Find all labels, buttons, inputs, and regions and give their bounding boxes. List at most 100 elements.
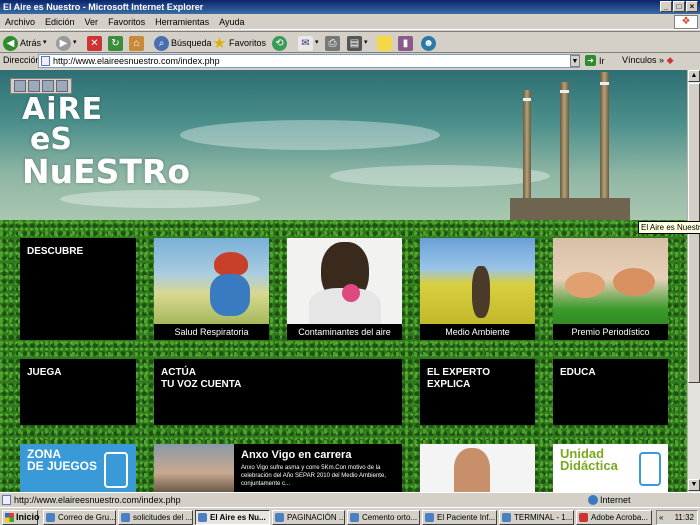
educate-card[interactable]: EDUCA xyxy=(553,359,668,425)
respiratory-health-card[interactable]: Salud Respiratoria xyxy=(154,238,269,340)
save-icon[interactable] xyxy=(14,80,26,92)
menu-ayuda[interactable]: Ayuda xyxy=(214,14,249,30)
discover-card[interactable]: DESCUBRE xyxy=(20,238,136,340)
flower xyxy=(342,284,360,302)
tooltip: El Aire es Nuestro xyxy=(638,221,700,234)
menu-archivo[interactable]: Archivo xyxy=(0,14,40,30)
status-zone: Internet xyxy=(586,493,631,507)
back-button[interactable]: ◀ Atrás ▾ xyxy=(3,35,47,51)
edit-button[interactable]: ▤ ▾ xyxy=(347,35,368,51)
favorites-button[interactable]: ★ Favoritos xyxy=(212,35,266,51)
vertical-scrollbar[interactable]: ▲ ▼ xyxy=(687,70,700,492)
address-input[interactable]: http://www.elaireesnuestro.com/index.php xyxy=(38,54,580,68)
helmet xyxy=(214,252,248,276)
forward-button[interactable]: ▶ ▾ xyxy=(56,35,77,51)
history-icon: ⟲ xyxy=(272,35,287,51)
page-icon xyxy=(41,56,50,66)
child-figure xyxy=(210,274,250,316)
news-title: Anxo Vigo en carrera xyxy=(241,449,352,461)
scroll-up-button[interactable]: ▲ xyxy=(688,70,700,82)
scroll-down-button[interactable]: ▼ xyxy=(688,479,700,491)
task-terminal[interactable]: TERMINAL - 1... xyxy=(499,510,574,525)
window-title: El Aire es Nuestro - Microsoft Internet … xyxy=(3,2,204,12)
globe-icon xyxy=(588,495,598,505)
close-button[interactable]: × xyxy=(686,1,698,12)
tray-chevron-icon[interactable]: « xyxy=(657,511,663,524)
go-arrow-icon: ➜ xyxy=(585,55,596,66)
teaching-unit-card[interactable]: Unidad Didáctica xyxy=(553,444,668,492)
toolbar: ◀ Atrás ▾ ▶ ▾ ✕ ↻ ⌂ ⌕ Búsqueda ★ Favoritos ⟲ … xyxy=(0,31,700,53)
go-button[interactable]: ➜ Ir xyxy=(585,55,605,66)
search-button[interactable]: ⌕ Búsqueda xyxy=(154,35,212,51)
menu-bar: Archivo Edición Ver Favoritos Herramientas Ay… xyxy=(0,14,700,30)
windows-logo-icon: ❖ xyxy=(674,15,698,29)
site-logo[interactable]: AiRE eS NuESTRo xyxy=(22,95,190,189)
air-pollutants-card[interactable]: Contaminantes del aire xyxy=(287,238,402,340)
page-icon xyxy=(2,495,11,505)
clock: 11:32 xyxy=(674,513,694,522)
research-button[interactable]: ▮ xyxy=(398,35,413,51)
mail-icon[interactable] xyxy=(42,80,54,92)
journalism-award-card[interactable]: Premio Periodístico xyxy=(553,238,668,340)
history-button[interactable]: ⟲ xyxy=(272,35,287,51)
research-icon: ▮ xyxy=(398,35,413,51)
stop-icon: ✕ xyxy=(87,35,102,51)
stop-button[interactable]: ✕ xyxy=(87,35,102,51)
menu-herramientas[interactable]: Herramientas xyxy=(150,14,214,30)
games-zone-card[interactable]: ZONA DE JUEGOS xyxy=(20,444,136,492)
discuss-button[interactable] xyxy=(377,35,392,51)
expert-card[interactable]: EL EXPERTO EXPLICA xyxy=(420,359,535,425)
word-icon xyxy=(275,513,284,522)
star-icon: ★ xyxy=(212,34,227,52)
address-bar: Dirección http://www.elaireesnuestro.com… xyxy=(0,53,700,69)
page-viewport: AiRE eS NuESTRo DESCUBRE Salud Respirato… xyxy=(0,70,687,492)
face xyxy=(454,448,490,492)
note-icon xyxy=(377,35,392,51)
task-solicitudes[interactable]: solicitudes del ... xyxy=(118,510,193,525)
face xyxy=(565,272,605,298)
task-paciente[interactable]: El Paciente Inf... xyxy=(422,510,497,525)
home-button[interactable]: ⌂ xyxy=(129,35,144,51)
image-toolbar[interactable] xyxy=(10,78,72,94)
back-arrow-icon: ◀ xyxy=(3,35,18,51)
environment-card[interactable]: Medio Ambiente xyxy=(420,238,535,340)
status-bar: http://www.elaireesnuestro.com/index.php… xyxy=(0,492,700,507)
start-button[interactable]: Inicio xyxy=(2,510,40,525)
task-active-browser[interactable]: El Aire es Nu... xyxy=(195,510,270,525)
play-card[interactable]: JUEGA xyxy=(20,359,136,425)
word-icon xyxy=(350,513,359,522)
menu-edicion[interactable]: Edición xyxy=(40,14,80,30)
addon-icon: ◆ xyxy=(666,55,674,65)
print-icon: ⎙ xyxy=(325,35,340,51)
print-button[interactable]: ⎙ xyxy=(325,35,340,51)
menu-ver[interactable]: Ver xyxy=(80,14,104,30)
folder-icon[interactable] xyxy=(56,80,68,92)
print-icon[interactable] xyxy=(28,80,40,92)
terminal-icon xyxy=(502,513,511,522)
woman-figure xyxy=(472,266,490,318)
messenger-icon: ☻ xyxy=(421,35,436,51)
task-cemento[interactable]: Cemento orto... xyxy=(347,510,420,525)
task-mail[interactable]: Correo de Gru... xyxy=(43,510,116,525)
mail-button[interactable]: ✉ ▾ xyxy=(298,35,319,51)
address-dropdown-button[interactable]: ▼ xyxy=(570,55,580,67)
factory-building xyxy=(510,198,630,220)
edit-icon: ▤ xyxy=(347,35,362,51)
status-url: http://www.elaireesnuestro.com/index.php xyxy=(14,495,181,505)
news-photo xyxy=(154,444,234,492)
mail-icon: ✉ xyxy=(298,35,313,51)
links-toolbar[interactable]: Vínculos » ◆ xyxy=(622,55,674,66)
menu-favoritos[interactable]: Favoritos xyxy=(103,14,150,30)
refresh-button[interactable]: ↻ xyxy=(108,35,123,51)
expert-photo-card[interactable] xyxy=(420,444,535,492)
maximize-button[interactable]: □ xyxy=(673,1,685,12)
mascot-icon xyxy=(104,452,128,488)
task-paginacion[interactable]: PAGINACIÓN ... xyxy=(272,510,345,525)
news-card[interactable]: Anxo Vigo en carrera Anxo Vigo sufre asm… xyxy=(154,444,402,492)
task-acrobat[interactable]: Adobe Acroba... xyxy=(576,510,652,525)
act-card[interactable]: ACTÚA TU VOZ CUENTA xyxy=(154,359,402,425)
minimize-button[interactable]: _ xyxy=(660,1,672,12)
news-body: Anxo Vigo sufre asma y corre 5Km.Con mot… xyxy=(241,465,386,487)
messenger-button[interactable]: ☻ xyxy=(421,35,436,51)
document-icon xyxy=(121,513,130,522)
